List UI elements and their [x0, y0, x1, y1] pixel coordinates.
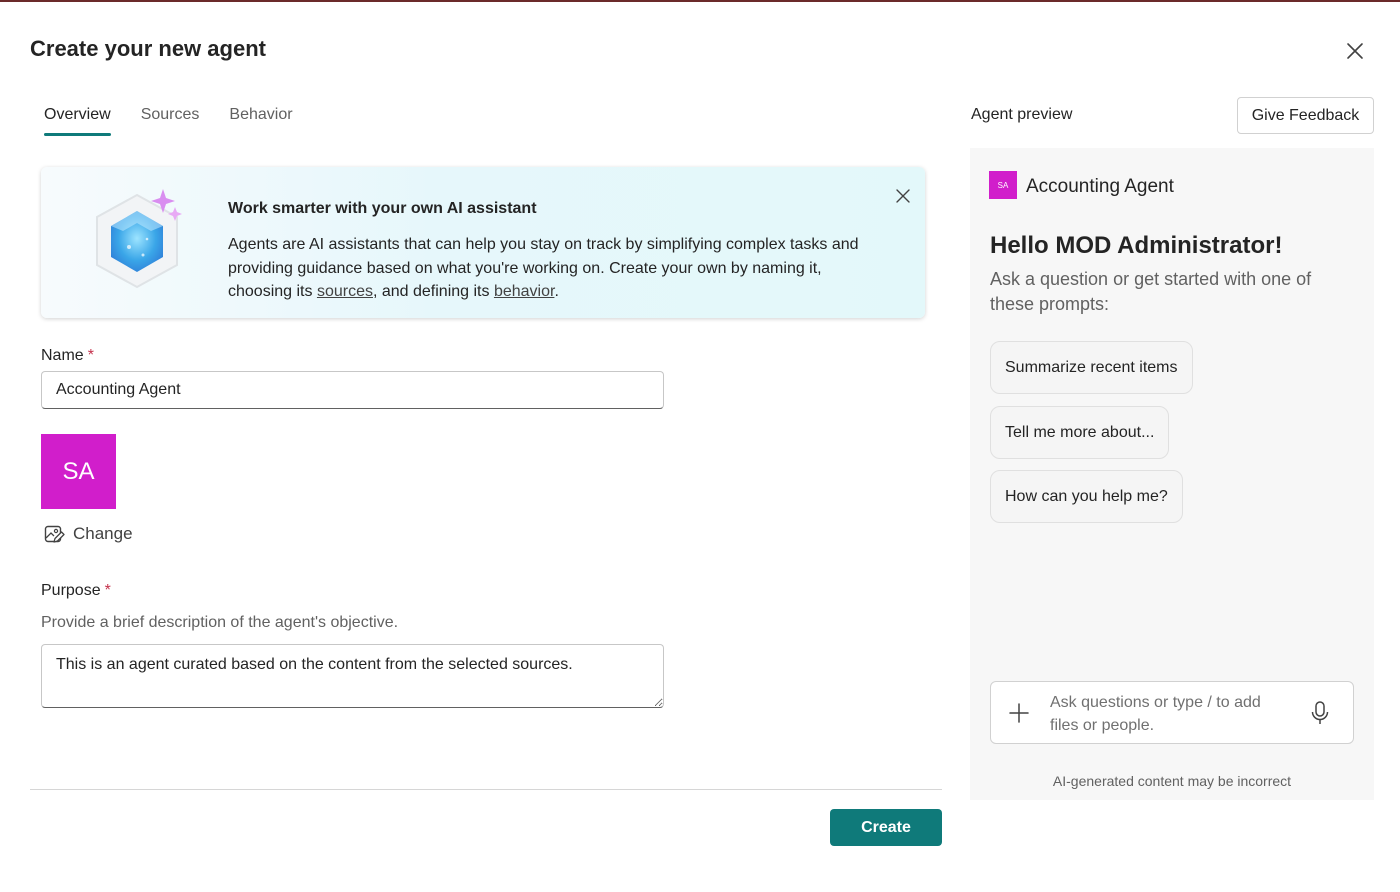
change-avatar-button[interactable]: Change	[43, 523, 133, 545]
banner-description: Agents are AI assistants that can help y…	[228, 233, 878, 304]
banner-text-middle: , and defining its	[372, 283, 494, 300]
image-edit-icon	[44, 525, 65, 543]
agent-preview-title: Agent preview	[971, 106, 1073, 123]
purpose-label-text: Purpose	[41, 582, 101, 599]
chat-input-box[interactable]: Ask questions or type / to add files or …	[990, 681, 1354, 744]
plus-icon[interactable]	[1007, 701, 1031, 725]
preview-greeting: Hello MOD Administrator!	[990, 232, 1283, 259]
microphone-icon[interactable]	[1309, 700, 1331, 726]
close-icon	[896, 189, 910, 203]
dialog-title: Create your new agent	[30, 36, 266, 61]
agent-avatar: SA	[41, 434, 116, 509]
preview-agent-avatar: SA	[989, 171, 1017, 199]
prompt-chip[interactable]: Tell me more about...	[990, 406, 1170, 459]
preview-agent-name: Accounting Agent	[1026, 176, 1174, 197]
close-icon	[1347, 43, 1363, 59]
sources-link[interactable]: sources	[317, 283, 373, 300]
footer-divider	[30, 789, 942, 790]
intro-banner: Work smarter with your own AI assistant …	[41, 167, 925, 318]
tab-sources[interactable]: Sources	[127, 102, 214, 136]
purpose-textarea[interactable]: This is an agent curated based on the co…	[41, 644, 664, 708]
tab-overview[interactable]: Overview	[30, 102, 125, 136]
required-mark: *	[87, 347, 94, 364]
agent-hexagon-icon	[96, 189, 182, 289]
banner-title: Work smarter with your own AI assistant	[228, 200, 537, 217]
banner-close-button[interactable]	[891, 184, 915, 208]
tab-behavior[interactable]: Behavior	[215, 102, 306, 136]
prompt-chip[interactable]: How can you help me?	[990, 470, 1183, 523]
close-dialog-button[interactable]	[1340, 36, 1370, 66]
purpose-description: Provide a brief description of the agent…	[41, 614, 399, 631]
chat-input-placeholder[interactable]: Ask questions or type / to add files or …	[1050, 691, 1290, 737]
name-label-text: Name	[41, 347, 84, 364]
required-mark: *	[104, 582, 111, 599]
create-agent-dialog: Create your new agent Overview Sources B…	[0, 0, 1400, 892]
preview-subtitle: Ask a question or get started with one o…	[990, 269, 1312, 314]
change-label: Change	[73, 524, 133, 543]
banner-text-end: .	[554, 283, 559, 300]
ai-disclaimer: AI-generated content may be incorrect	[1052, 773, 1292, 789]
name-label: Name *	[41, 347, 94, 365]
name-input[interactable]	[41, 371, 664, 409]
give-feedback-button[interactable]: Give Feedback	[1237, 97, 1374, 134]
behavior-link[interactable]: behavior	[494, 283, 555, 300]
purpose-label: Purpose *	[41, 582, 111, 600]
agent-preview-panel: SA Accounting Agent Hello MOD Administra…	[970, 148, 1374, 800]
create-button[interactable]: Create	[830, 809, 942, 846]
tab-list: Overview Sources Behavior	[30, 102, 309, 136]
prompt-chip[interactable]: Summarize recent items	[990, 341, 1193, 394]
